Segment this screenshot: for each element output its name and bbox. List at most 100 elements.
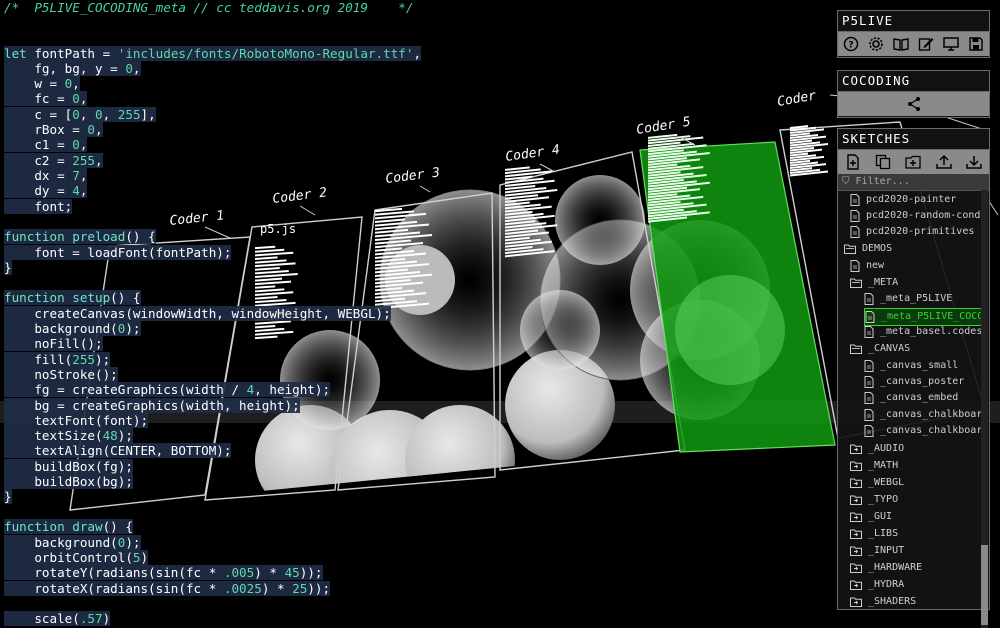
folder-item[interactable]: DEMOS <box>844 241 892 257</box>
code-line[interactable]: /* P5LIVE_COCODING_meta // cc teddavis.o… <box>4 0 414 15</box>
sketch-item[interactable]: _canvas_embed <box>864 390 958 406</box>
settings-icon[interactable] <box>866 34 886 54</box>
code-line[interactable]: function preload() { <box>4 229 156 244</box>
code-token: () { <box>125 229 156 244</box>
code-line[interactable]: noStroke(); <box>4 367 118 382</box>
code-token: createCanvas(windowWidth, windowHeight, … <box>4 306 391 321</box>
code-token: 0 <box>87 122 95 137</box>
item-label: _TYPO <box>868 494 899 505</box>
code-token: .0025 <box>223 581 262 596</box>
code-line[interactable]: rotateX(radians(sin(fc * .0025) * 25)); <box>4 581 331 596</box>
reference-icon[interactable] <box>891 34 911 54</box>
share-icon[interactable] <box>904 94 924 114</box>
code-token: 4 <box>72 183 80 198</box>
code-line[interactable]: let fontPath = 'includes/fonts/RobotoMon… <box>4 46 422 61</box>
folder-item[interactable]: _AUDIO <box>850 441 904 457</box>
tree-scrollbar[interactable] <box>981 190 988 628</box>
code-line[interactable]: scale(.57) <box>4 611 111 626</box>
folder-item[interactable]: _GUI <box>850 509 892 525</box>
code-line[interactable]: rBox = 0, <box>4 122 103 137</box>
code-token: , <box>95 122 103 137</box>
code-line-text: rBox = 0, <box>4 122 103 137</box>
code-line[interactable]: rotateY(radians(sin(fc * .005) * 45)); <box>4 565 323 580</box>
folder-item[interactable]: _META <box>850 275 898 291</box>
filter-input[interactable]: ⛉ Filter... <box>838 174 989 191</box>
code-line[interactable]: createCanvas(windowWidth, windowHeight, … <box>4 306 391 321</box>
code-token: 0 <box>95 107 103 122</box>
code-token: , <box>79 91 88 106</box>
sketch-item[interactable]: new <box>850 258 884 274</box>
folder-item[interactable]: _SHADERS <box>850 594 916 610</box>
folder-item[interactable]: _HARDWARE <box>850 560 922 576</box>
folder-item[interactable]: _TYPO <box>850 492 898 508</box>
code-line[interactable]: function draw() { <box>4 519 133 534</box>
code-line[interactable]: bg = createGraphics(width, height); <box>4 398 300 413</box>
sketch-item[interactable]: pcd2020-random-condit <box>850 208 981 224</box>
sketch-item[interactable]: _canvas_chalkboard <box>864 407 981 423</box>
scrollbar-thumb[interactable] <box>981 545 988 625</box>
present-icon[interactable] <box>941 34 961 54</box>
save-icon[interactable] <box>966 34 986 54</box>
file-icon <box>850 260 866 272</box>
sketch-item[interactable]: pcd2020-primitives <box>850 224 974 240</box>
code-line[interactable]: fg, bg, y = 0, <box>4 61 141 76</box>
code-line[interactable]: c2 = 255, <box>4 153 103 168</box>
folder-item[interactable]: _WEBGL <box>850 475 904 491</box>
folder-item[interactable]: _INPUT <box>850 543 904 559</box>
code-line[interactable]: textSize(48); <box>4 428 133 443</box>
code-line[interactable]: w = 0, <box>4 76 80 91</box>
code-line[interactable]: fg = createGraphics(width / 4, height); <box>4 382 331 397</box>
folder-item[interactable]: _HYDRA <box>850 577 904 593</box>
code-editor[interactable]: /* P5LIVE_COCODING_meta // cc teddavis.o… <box>0 0 840 626</box>
edit-icon[interactable] <box>916 34 936 54</box>
upload-icon[interactable] <box>934 152 954 172</box>
folder-item[interactable]: _MATH <box>850 458 898 474</box>
code-line[interactable]: fill(255); <box>4 352 111 367</box>
code-line[interactable]: dx = 7, <box>4 168 88 183</box>
code-line[interactable]: } <box>4 489 12 504</box>
folder-item[interactable]: _LIBS <box>850 526 898 542</box>
code-line[interactable]: orbitControl(5) <box>4 550 149 565</box>
code-line[interactable]: fc = 0, <box>4 91 88 106</box>
item-label: _meta_P5LIVE <box>880 293 953 304</box>
folder-item[interactable]: _CANVAS <box>850 341 910 357</box>
folder-icon <box>850 562 868 574</box>
code-line[interactable]: buildBox(fg); <box>4 459 133 474</box>
item-label: _INPUT <box>868 545 905 556</box>
code-token: dx = <box>4 168 73 183</box>
duplicate-icon[interactable] <box>873 152 893 172</box>
code-token: textFont(font); <box>4 413 149 428</box>
code-line[interactable]: c1 = 0, <box>4 137 88 152</box>
code-line[interactable]: noFill(); <box>4 336 103 351</box>
code-line[interactable]: buildBox(bg); <box>4 474 133 489</box>
code-line[interactable]: textFont(font); <box>4 413 149 428</box>
sketch-item[interactable]: _canvas_small <box>864 358 958 374</box>
code-line[interactable]: dy = 4, <box>4 183 88 198</box>
sketch-item[interactable]: _canvas_poster <box>864 374 964 390</box>
code-line[interactable]: font; <box>4 199 73 214</box>
code-line[interactable]: font = loadFont(fontPath); <box>4 245 232 260</box>
folder-icon <box>850 579 868 591</box>
help-icon[interactable]: ? <box>841 34 861 54</box>
sketch-item[interactable]: _canvas_chalkboard_ <box>864 423 981 439</box>
code-line-text: fill(255); <box>4 352 111 367</box>
new-sketch-icon[interactable] <box>843 152 863 172</box>
cocoding-box: COCODING <box>837 70 990 118</box>
code-token: background( <box>4 321 118 336</box>
code-line-text: c2 = 255, <box>4 153 103 168</box>
code-line[interactable]: } <box>4 260 12 275</box>
code-line[interactable]: c = [0, 0, 255], <box>4 107 156 122</box>
sketch-item[interactable]: _meta_basel.codes <box>864 324 981 340</box>
code-line[interactable]: function setup() { <box>4 290 141 305</box>
item-label: _AUDIO <box>868 443 905 454</box>
download-icon[interactable] <box>964 152 984 172</box>
code-line[interactable]: background(0); <box>4 535 141 550</box>
code-token: ], <box>140 107 156 122</box>
new-folder-icon[interactable] <box>903 152 923 172</box>
code-line[interactable]: background(0); <box>4 321 141 336</box>
item-label: _canvas_small <box>880 360 959 371</box>
code-line[interactable]: textAlign(CENTER, BOTTOM); <box>4 443 232 458</box>
sketch-item[interactable]: pcd2020-painter <box>850 192 956 208</box>
sketch-item[interactable]: _meta_P5LIVE <box>864 291 952 307</box>
code-token: function <box>4 519 73 534</box>
